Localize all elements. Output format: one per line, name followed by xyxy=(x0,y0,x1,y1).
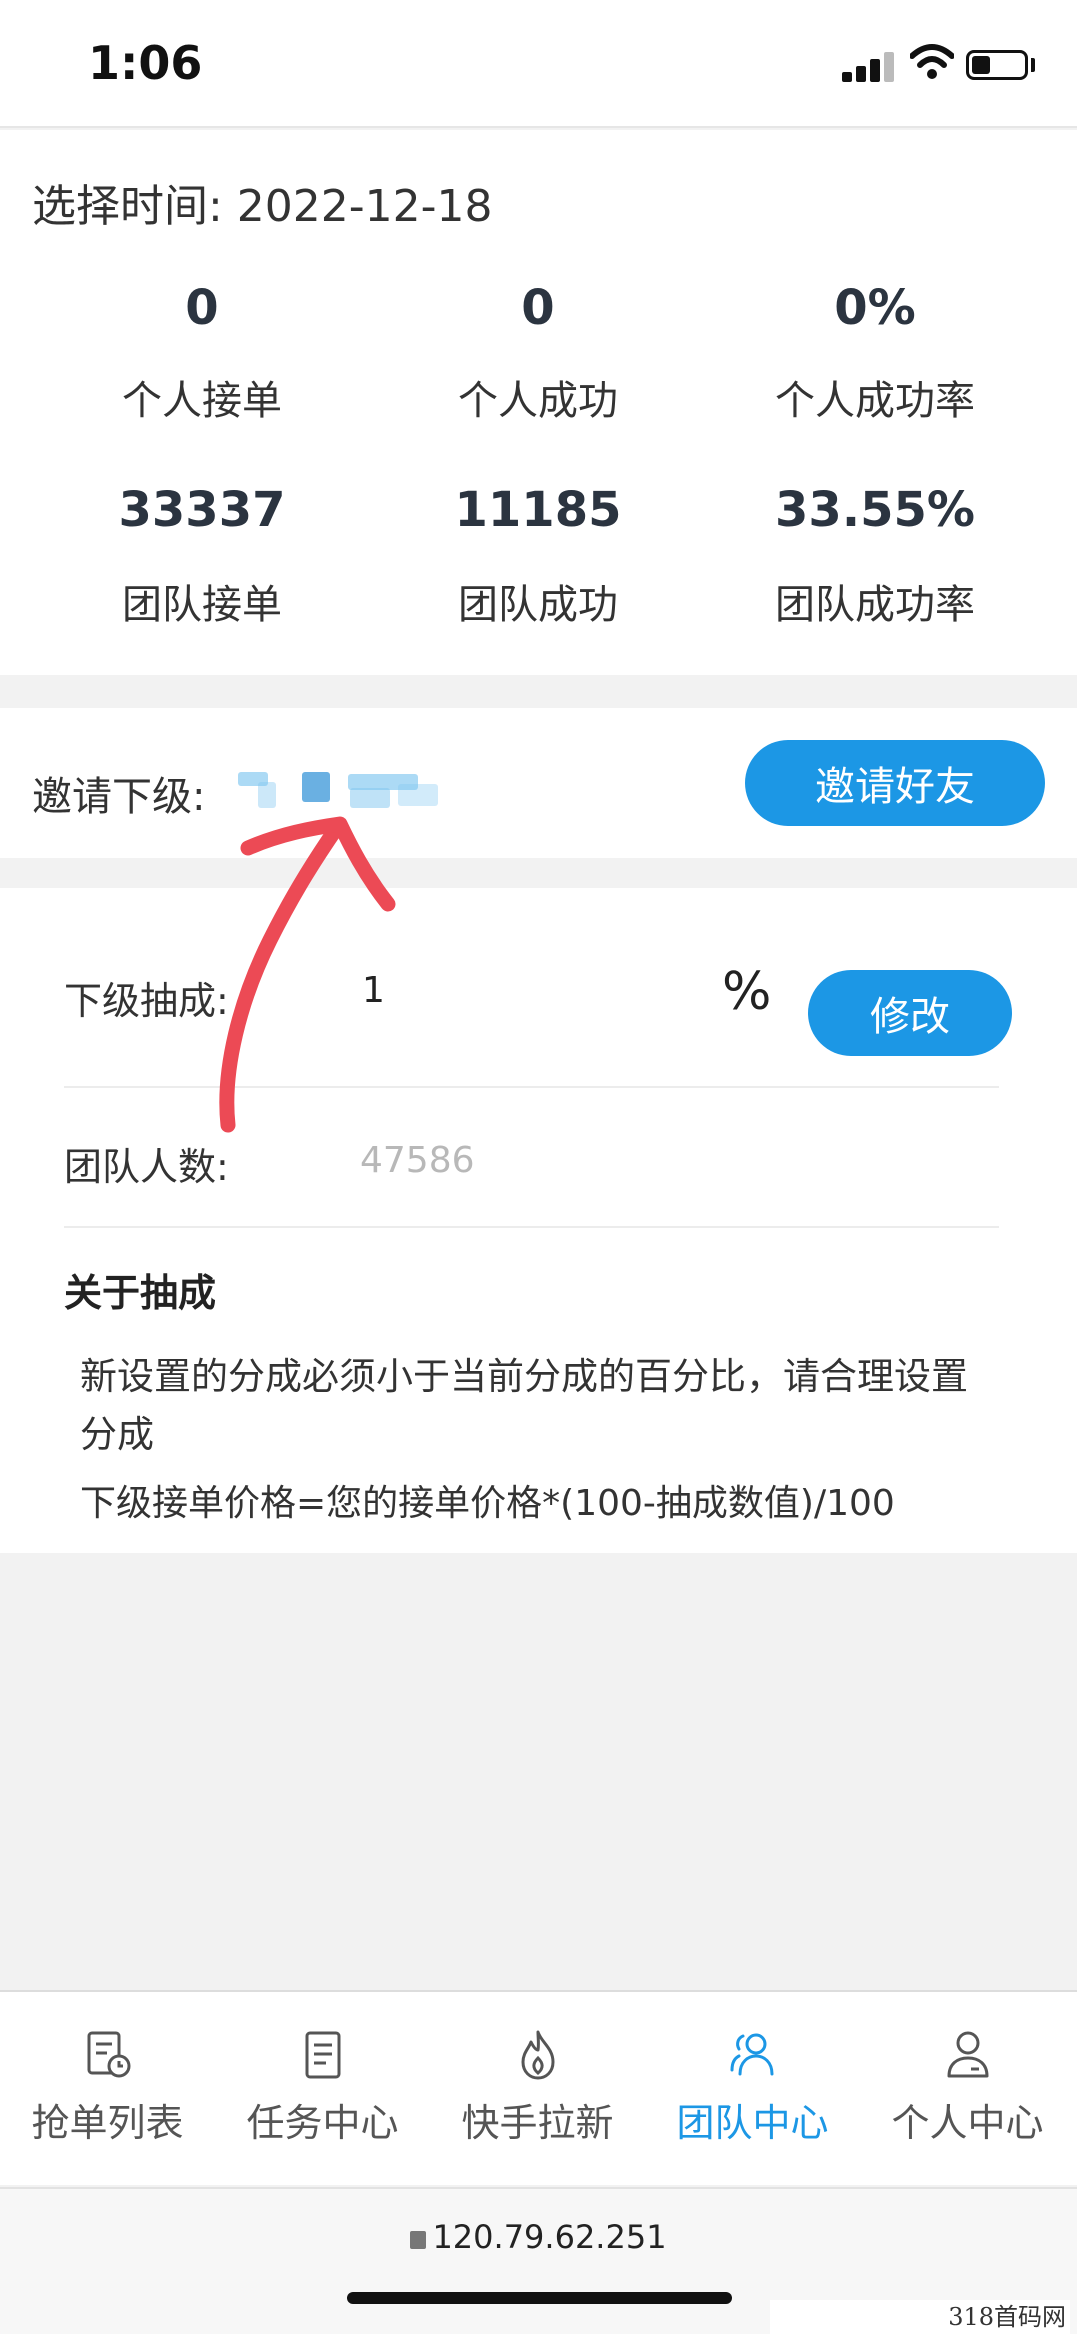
annotation-arrow xyxy=(219,816,396,1133)
nav-kuaishou-referral[interactable]: 快手拉新 xyxy=(430,2028,645,2158)
home-indicator[interactable] xyxy=(347,2292,732,2304)
date-selector[interactable]: 选择时间: 2022-12-18 xyxy=(32,170,493,234)
nav-order-list[interactable]: 抢单列表 xyxy=(0,2028,215,2158)
user-icon xyxy=(947,2031,988,2078)
personal-orders-label: 个人接单 xyxy=(122,378,282,424)
team-success-rate-label: 团队成功率 xyxy=(775,582,975,628)
team-orders-value: 33337 xyxy=(118,482,286,538)
battery-icon xyxy=(966,50,1028,80)
nav-label: 快手拉新 xyxy=(461,2101,614,2145)
nav-label: 抢单列表 xyxy=(31,2101,184,2145)
personal-orders-value: 0 xyxy=(185,280,219,336)
team-orders-label: 团队接单 xyxy=(122,582,282,628)
lock-icon xyxy=(410,2231,427,2249)
personal-success-rate-label: 个人成功率 xyxy=(775,378,975,424)
commission-formula: 下级接单价格=您的接单价格*(100-抽成数值)/100 xyxy=(80,1483,895,1524)
cellular-signal-icon xyxy=(842,50,896,82)
wifi-icon xyxy=(910,44,954,79)
percent-sign: % xyxy=(722,962,772,1022)
status-time: 1:06 xyxy=(88,36,203,90)
watermark: 318首码网 www.E318.com xyxy=(770,2300,1070,2334)
team-success-rate-value: 33.55% xyxy=(775,482,975,538)
invite-label: 邀请下级: xyxy=(32,774,206,820)
team-size-value: 47586 xyxy=(360,1140,475,1181)
divider xyxy=(64,1226,999,1228)
nav-label: 个人中心 xyxy=(891,2101,1044,2145)
team-icon xyxy=(730,2033,773,2076)
url-display[interactable]: 120.79.62.251 xyxy=(0,2218,1077,2256)
battery-tip xyxy=(1031,58,1035,72)
team-success-label: 团队成功 xyxy=(458,582,618,628)
nav-personal-center[interactable]: 个人中心 xyxy=(860,2028,1075,2158)
document-icon xyxy=(305,2031,340,2079)
team-success-value: 11185 xyxy=(454,482,622,538)
nav-label: 团队中心 xyxy=(676,2101,829,2145)
nav-team-center[interactable]: 团队中心 xyxy=(645,2028,860,2158)
personal-success-value: 0 xyxy=(521,280,555,336)
nav-task-center[interactable]: 任务中心 xyxy=(215,2028,430,2158)
invite-friends-button[interactable]: 邀请好友 xyxy=(745,740,1045,826)
personal-success-rate-value: 0% xyxy=(834,280,916,336)
flame-icon xyxy=(521,2030,554,2080)
edit-commission-button[interactable]: 修改 xyxy=(808,970,1012,1056)
nav-label: 任务中心 xyxy=(246,2101,399,2145)
url-text: 120.79.62.251 xyxy=(432,2218,667,2256)
about-commission-text: 新设置的分成必须小于当前分成的百分比，请合理设置分成 xyxy=(80,1355,968,1456)
about-commission-title: 关于抽成 xyxy=(64,1271,217,1315)
team-size-label: 团队人数: xyxy=(64,1145,229,1189)
personal-success-label: 个人成功 xyxy=(458,378,618,424)
order-list-icon xyxy=(87,2031,130,2078)
